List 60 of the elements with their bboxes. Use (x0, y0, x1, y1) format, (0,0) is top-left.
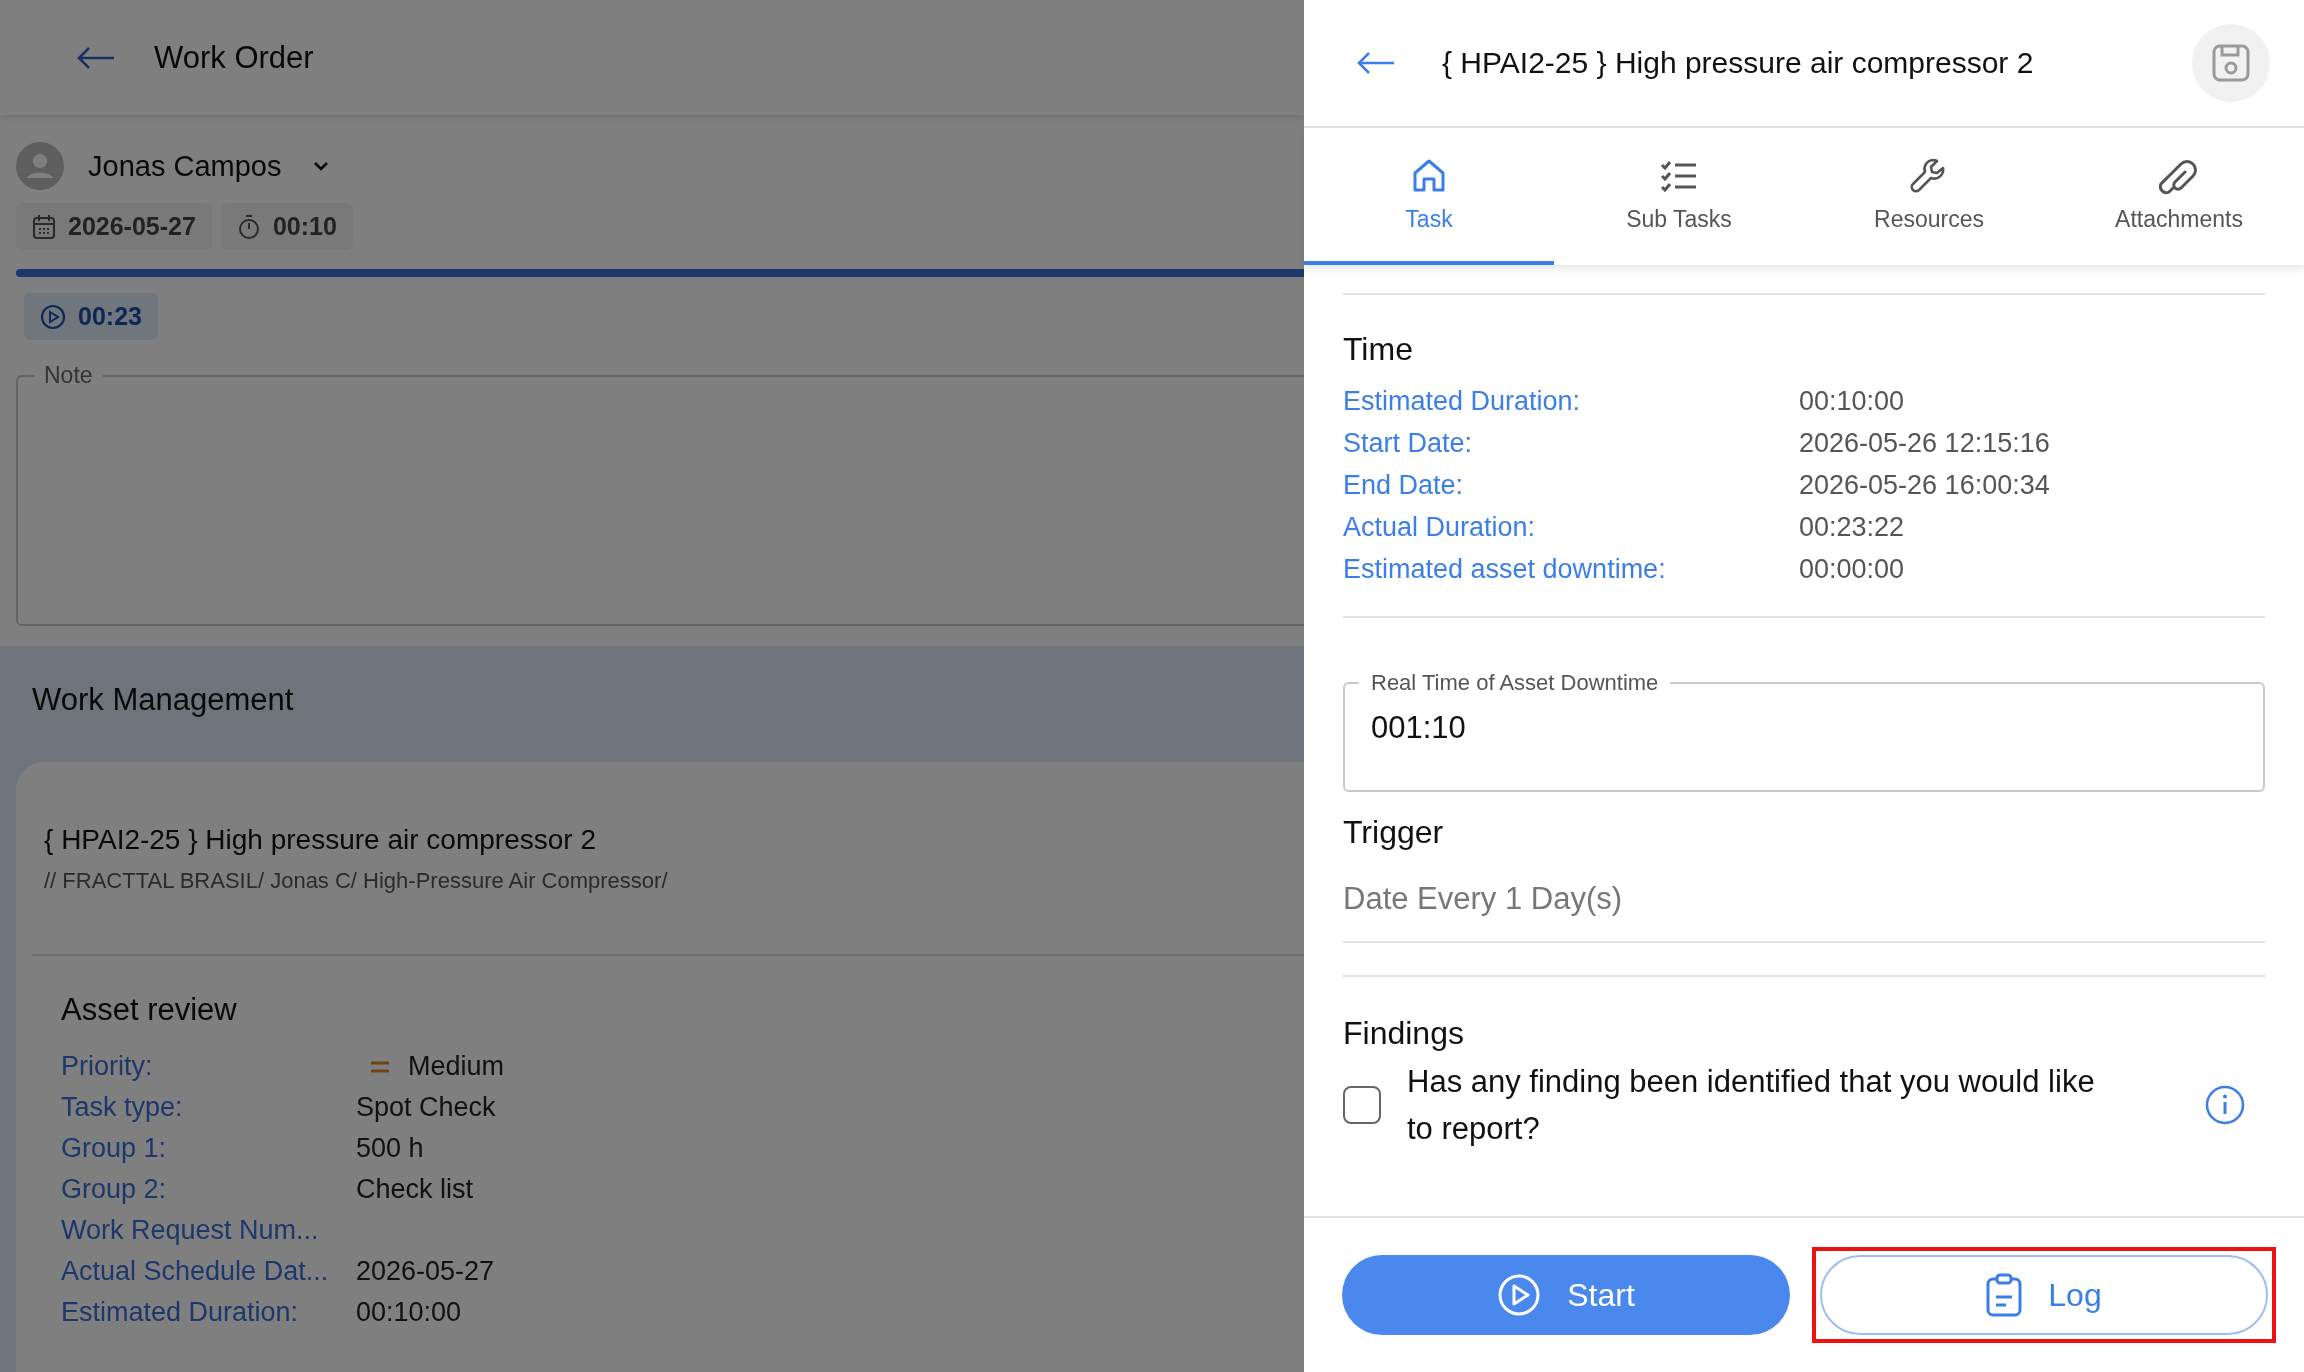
log-button[interactable]: Log (1820, 1255, 2268, 1335)
field-value: 00:10:00 (356, 1297, 462, 1328)
asset-path: // FRACTTAL BRASIL/ Jonas C/ High-Pressure Air Compressor/ (44, 868, 669, 894)
stopwatch-icon (236, 213, 261, 240)
field-value: Check list (356, 1174, 474, 1205)
section-title: Work Management (31, 681, 295, 719)
field-label: Real Time of Asset Downtime (1370, 670, 1660, 696)
save-icon (2211, 43, 2251, 83)
time-label: Estimated Duration: (1343, 385, 1582, 417)
calendar-icon (32, 213, 56, 240)
field-value: 2026-05-27 (356, 1256, 495, 1287)
field-value: Spot Check (356, 1092, 496, 1123)
play-circle-icon (40, 303, 66, 330)
field-value: 500 h (356, 1133, 424, 1164)
time-value: 00:23:22 (1799, 511, 1905, 543)
field-label: Priority: (61, 1051, 154, 1082)
clipboard-icon (1986, 1273, 2023, 1317)
tab[interactable]: Attachments (2054, 128, 2304, 265)
time-value: 2026-05-26 12:15:16 (1799, 427, 2050, 459)
field-value: 001:10 (1371, 710, 1466, 746)
section-heading: Trigger (1343, 814, 1445, 851)
start-button[interactable]: Start (1342, 1255, 1790, 1335)
back-arrow-icon[interactable] (1356, 51, 1396, 75)
tab[interactable]: Task (1304, 128, 1554, 265)
findings-question: Has any finding been identified that you would like to report? (1407, 1063, 2096, 1148)
priority-medium-icon (370, 1060, 390, 1073)
field-label: Group 2: (61, 1174, 168, 1205)
play-circle-icon (1497, 1273, 1542, 1317)
tab[interactable]: Resources (1804, 128, 2054, 265)
chevron-down-icon[interactable] (313, 161, 330, 171)
section-heading: Time (1343, 331, 1414, 368)
section-heading: Asset review (61, 992, 238, 1028)
time-value: 2026-05-26 16:00:34 (1799, 469, 2050, 501)
time-value: 00:10:00 (1799, 385, 1905, 417)
back-arrow-icon[interactable] (76, 45, 116, 70)
findings-checkbox[interactable] (1343, 1086, 1381, 1124)
page-title: Work Order (154, 39, 314, 76)
field-value: Medium (408, 1051, 505, 1082)
date-chip: 2026-05-27 (16, 203, 212, 250)
time-label: Estimated asset downtime: (1343, 553, 1667, 585)
field-label: Work Request Num... (61, 1215, 320, 1246)
field-label: Actual Schedule Dat... (61, 1256, 330, 1287)
field-label: Group 1: (61, 1133, 168, 1164)
time-value: 00:00:00 (1799, 553, 1905, 585)
info-icon[interactable] (2205, 1085, 2245, 1125)
avatar-icon (16, 142, 64, 190)
asset-title: { HPAI2-25 } High pressure air compressor 2 (44, 824, 597, 856)
time-label: End Date: (1343, 469, 1465, 501)
field-label: Estimated Duration: (61, 1297, 300, 1328)
timer-chip: 00:23 (24, 293, 158, 340)
field-label: Note (43, 362, 94, 389)
time-label: Start Date: (1343, 427, 1474, 459)
assignee-name[interactable]: Jonas Campos (88, 149, 282, 183)
time-label: Actual Duration: (1343, 511, 1537, 543)
section-heading: Findings (1343, 1015, 1465, 1052)
trigger-value: Date Every 1 Day(s) (1343, 881, 1624, 917)
tab[interactable]: Sub Tasks (1554, 128, 1804, 265)
field-label: Task type: (61, 1092, 184, 1123)
panel-title: { HPAI2-25 } High pressure air compressor 2 (1442, 46, 2035, 80)
duration-chip: 00:10 (220, 203, 353, 250)
